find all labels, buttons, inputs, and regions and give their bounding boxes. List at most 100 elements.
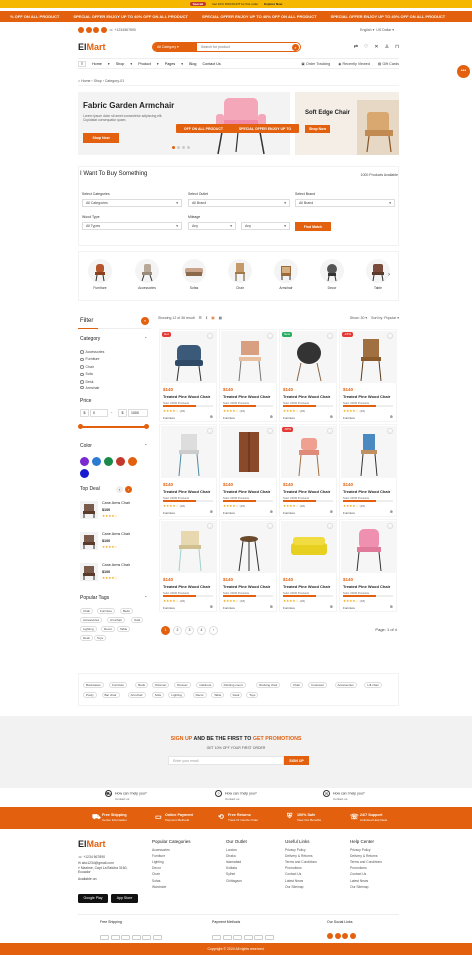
cart-icon[interactable]: ⊕: [210, 414, 213, 419]
product-category[interactable]: Furniture: [163, 416, 175, 420]
product-category[interactable]: Furniture: [163, 511, 175, 515]
tag[interactable]: Desk: [80, 635, 93, 641]
page-1[interactable]: 1: [161, 626, 170, 635]
tag-cloud-item[interactable]: Rocking chair: [256, 682, 281, 688]
tag-cloud-item[interactable]: Furniture: [109, 682, 128, 688]
tag-cloud-item[interactable]: Accessories: [334, 682, 357, 688]
twitter-icon[interactable]: [334, 932, 341, 939]
tag-cloud-item[interactable]: Dresser: [174, 682, 191, 688]
cart-icon[interactable]: ⊕: [210, 604, 213, 609]
product-card[interactable]: ♡ $140 Treated Pine Wood Chair Sold: 20/30 …: [219, 519, 277, 612]
product-card[interactable]: ♡ $140 Treated Pine Wood Chair Sold: 20/30 …: [219, 329, 277, 422]
explore-link[interactable]: Explore Now: [264, 2, 282, 6]
product-card[interactable]: -50% ♡ $140 Treated Pine Wood Chair Sold: 20…: [279, 424, 337, 517]
search-icon[interactable]: ⌕: [292, 44, 299, 51]
product-name[interactable]: Treated Pine Wood Chair: [283, 489, 330, 494]
product-name[interactable]: Treated Pine Wood Chair: [283, 394, 330, 399]
page-2[interactable]: 2: [173, 626, 182, 635]
color-swatch-blue[interactable]: [92, 457, 101, 466]
outlet-select[interactable]: All Brand: [188, 199, 290, 207]
wood-type-select[interactable]: All Types: [82, 222, 182, 230]
category-decor[interactable]: Decor: [317, 259, 347, 290]
cart-icon[interactable]: ⊕: [270, 414, 273, 419]
order-tracking-link[interactable]: ▣ Order Tracking: [301, 62, 330, 66]
chevron-up-icon[interactable]: ⌃: [144, 443, 147, 448]
find-match-button[interactable]: Find Match: [295, 222, 331, 231]
tag-cloud-item[interactable]: Toys: [246, 692, 259, 698]
product-name[interactable]: Treated Pine Wood Chair: [343, 489, 390, 494]
deal-item[interactable]: Cane Arms Chair $100 ★★★★☆: [78, 530, 151, 553]
nav-pages[interactable]: Pages: [165, 62, 175, 66]
tag[interactable]: Furniture: [97, 608, 116, 614]
product-card[interactable]: Hot ♡ $140 Treated Pine Wood Chair Sold: 20/…: [159, 329, 217, 422]
price-slider-track[interactable]: [80, 426, 148, 428]
cart-icon[interactable]: ⊓: [395, 44, 399, 50]
tag-cloud-item[interactable]: Armchair: [127, 692, 146, 698]
slider-dot[interactable]: [177, 146, 180, 149]
cart-icon[interactable]: ⊕: [330, 509, 333, 514]
color-swatch-navy[interactable]: [80, 469, 89, 478]
tag-cloud-item[interactable]: Desk: [229, 692, 243, 698]
category-armchair[interactable]: Armchair: [271, 259, 301, 290]
product-name[interactable]: Treated Pine Wood Chair: [223, 489, 270, 494]
tag-cloud-item[interactable]: Lighting: [168, 692, 185, 698]
page-4[interactable]: 4: [197, 626, 206, 635]
tag[interactable]: Table: [117, 626, 131, 632]
product-category[interactable]: Furniture: [283, 606, 295, 610]
price-slider-handle[interactable]: [78, 424, 83, 429]
pinterest-icon[interactable]: [342, 932, 348, 939]
chevron-up-icon[interactable]: ⌃: [144, 595, 147, 600]
logo[interactable]: ElMart: [78, 42, 152, 52]
breadcrumb-shop[interactable]: Shop: [94, 79, 102, 83]
cart-icon[interactable]: ⊕: [390, 509, 393, 514]
product-card[interactable]: New ♡ $140 Treated Pine Wood Chair Sold: 20/…: [279, 329, 337, 422]
product-category[interactable]: Furniture: [223, 606, 235, 610]
product-category[interactable]: Furniture: [283, 511, 295, 515]
mileage-max-select[interactable]: Any: [241, 222, 290, 230]
cart-icon[interactable]: ⊕: [270, 509, 273, 514]
menu-icon[interactable]: ≡: [78, 60, 86, 67]
facebook-icon[interactable]: [78, 27, 84, 33]
tag-cloud-item[interactable]: Bar chair: [101, 692, 120, 698]
deal-next-icon[interactable]: ›: [125, 486, 132, 493]
product-name[interactable]: Treated Pine Wood Chair: [163, 584, 210, 589]
product-name[interactable]: Treated Pine Wood Chair: [283, 584, 330, 589]
facebook-icon[interactable]: [327, 932, 333, 939]
categories-select[interactable]: All Categories: [82, 199, 182, 207]
wishlist-icon[interactable]: ♡: [327, 333, 333, 339]
tag-cloud-item[interactable]: Decor: [192, 692, 207, 698]
tag-cloud-item[interactable]: Footstool: [308, 682, 327, 688]
wishlist-icon[interactable]: ♡: [387, 333, 393, 339]
more-icon[interactable]: •••: [457, 65, 470, 78]
category-furniture[interactable]: Furniture: [85, 259, 115, 290]
cart-icon[interactable]: ⊕: [330, 604, 333, 609]
grid-view-icon[interactable]: ▦: [211, 316, 214, 320]
user-icon[interactable]: ♙: [385, 44, 389, 50]
category-dropdown[interactable]: All Category ▾: [153, 43, 197, 51]
tag-cloud-item[interactable]: Bookcases: [83, 682, 104, 688]
pinterest-icon[interactable]: [93, 27, 99, 33]
tag[interactable]: Sofa: [131, 617, 144, 623]
price-slider-handle[interactable]: [144, 424, 149, 429]
currency-select[interactable]: US Dollar: [376, 28, 391, 32]
side-shop-now-button[interactable]: Shop Now: [305, 125, 330, 133]
chevron-up-icon[interactable]: ⌃: [144, 336, 147, 341]
color-swatch-red[interactable]: [116, 457, 125, 466]
wishlist-icon[interactable]: ♡: [267, 333, 273, 339]
grid-4-view-icon[interactable]: ▩: [219, 316, 222, 320]
wishlist-icon[interactable]: ♡: [364, 44, 368, 50]
product-category[interactable]: Furniture: [223, 416, 235, 420]
signup-button[interactable]: SIGN UP: [284, 756, 309, 765]
mileage-min-select[interactable]: Any: [188, 222, 236, 230]
page-3[interactable]: 3: [185, 626, 194, 635]
product-card[interactable]: ♡ $140 Treated Pine Wood Chair Sold: 20/30 …: [219, 424, 277, 517]
category-option[interactable]: Sofa: [80, 371, 104, 379]
compare-icon[interactable]: ⇄: [354, 44, 358, 50]
category-option[interactable]: Furniture: [80, 356, 104, 364]
product-card[interactable]: ♡ $140 Treated Pine Wood Chair Sold: 20/30 …: [339, 424, 397, 517]
wishlist-icon[interactable]: ♡: [327, 428, 333, 434]
help-item[interactable]: ? How can I help you? Contact us: [215, 790, 257, 801]
product-name[interactable]: Treated Pine Wood Chair: [163, 489, 210, 494]
nav-contact[interactable]: Contact Us: [202, 62, 220, 66]
color-swatch-orange[interactable]: [128, 457, 137, 466]
